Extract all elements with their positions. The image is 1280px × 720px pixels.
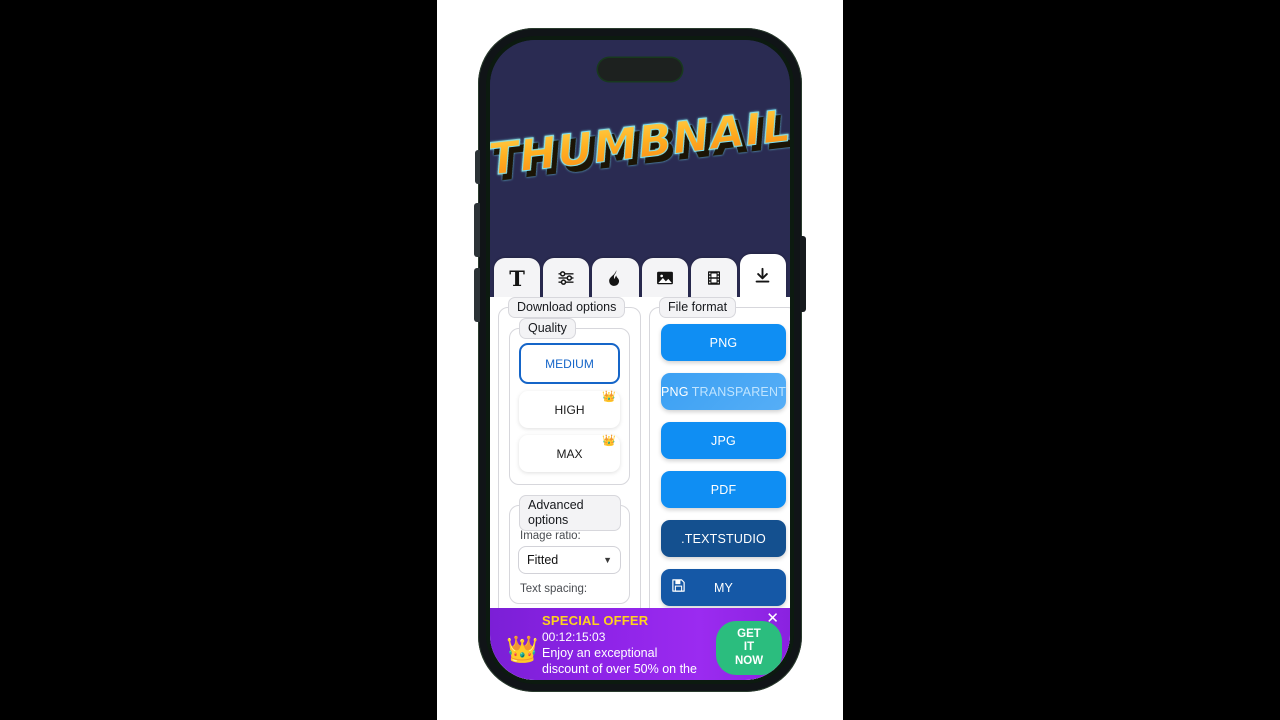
banner-title: SPECIAL OFFER [542,613,649,628]
silent-switch[interactable] [475,150,480,184]
tab-text[interactable]: T [494,258,541,298]
format-button-jpg[interactable]: JPG [661,422,787,459]
banner-description-line-2: discount of over 50% on the [542,662,697,677]
cta-line-3: NOW [734,654,764,667]
image-ratio-select[interactable]: Fitted ▼ [518,546,621,574]
file-format-legend: File format [659,297,737,318]
image-icon [655,268,675,288]
banner-description-line-1: Enjoy an exceptional [542,646,658,661]
tab-effects[interactable] [592,258,639,298]
quality-option-high[interactable]: 👑 HIGH [519,391,620,428]
volume-down-button[interactable] [474,268,480,322]
tab-video[interactable] [690,258,737,298]
crown-icon: 👑 [602,435,616,447]
download-options-legend: Download options [508,297,626,318]
image-ratio-label: Image ratio: [520,530,581,542]
format-button-png[interactable]: PNG [661,324,787,361]
volume-up-button[interactable] [474,203,480,257]
cta-line-2: IT [743,641,755,654]
floppy-disk-icon [671,578,686,596]
flame-icon [606,268,625,288]
banner-text-block: SPECIAL OFFER 00:12:15:03 Enjoy an excep… [542,613,716,677]
power-button[interactable] [800,236,806,312]
chevron-down-icon: ▼ [603,555,612,565]
banner-countdown: 00:12:15:03 [542,630,606,645]
download-icon [753,266,772,286]
format-button-sublabel: TRANSPARENT [691,384,787,399]
quality-option-label: HIGH [554,402,585,417]
thumbnail-artwork-text[interactable]: THUMBNAIL [490,100,790,186]
format-button-png-transparent[interactable]: PNG TRANSPARENT [661,373,787,410]
tab-image[interactable] [641,258,688,298]
quality-legend: Quality [519,318,576,339]
advanced-options-panel: Advanced options Image ratio: Fitted ▼ T… [509,495,630,604]
format-button-label: PDF [710,482,737,497]
screenshot-stage: THUMBNAIL T Download options Quality MED… [0,0,1280,720]
image-ratio-value: Fitted [527,553,559,567]
advanced-options-legend: Advanced options [519,495,621,531]
close-banner-button[interactable]: ✕ [766,611,779,626]
get-it-now-button[interactable]: GET IT NOW [716,621,782,675]
text-tool-icon: T [509,265,525,291]
quality-option-label: MEDIUM [545,356,594,371]
quality-option-medium[interactable]: MEDIUM [519,343,620,384]
format-button-label: .TEXTSTUDIO [681,531,766,546]
format-button-pdf[interactable]: PDF [661,471,787,508]
dynamic-island [598,58,682,81]
quality-option-max[interactable]: 👑 MAX [519,435,620,472]
format-button-my-account[interactable]: MY [661,569,787,606]
format-button-label: JPG [711,433,736,448]
tab-download[interactable] [739,254,787,298]
editor-tabbar: T [490,253,790,298]
crown-icon: 👑 [602,391,616,403]
format-button-label: PNG [709,335,738,350]
tab-adjustments[interactable] [543,258,590,298]
sliders-icon [556,268,576,288]
crown-icon: 👑 [506,634,539,664]
cta-line-1: GET [737,627,761,640]
quality-option-label: MAX [556,446,583,461]
film-icon [705,268,723,288]
phone-screen: THUMBNAIL T Download options Quality MED… [490,40,790,680]
design-canvas[interactable]: THUMBNAIL [490,40,790,253]
format-button-textstudio[interactable]: .TEXTSTUDIO [661,520,787,557]
text-spacing-label: Text spacing: [520,583,588,595]
format-button-label: MY [713,580,734,595]
phone-mockup: THUMBNAIL T Download options Quality MED… [474,28,806,692]
quality-panel: Quality MEDIUM 👑 HIGH 👑 MAX [509,318,630,485]
format-button-label: PNG [661,384,689,399]
special-offer-banner[interactable]: 👑 SPECIAL OFFER 00:12:15:03 Enjoy an exc… [490,608,790,680]
